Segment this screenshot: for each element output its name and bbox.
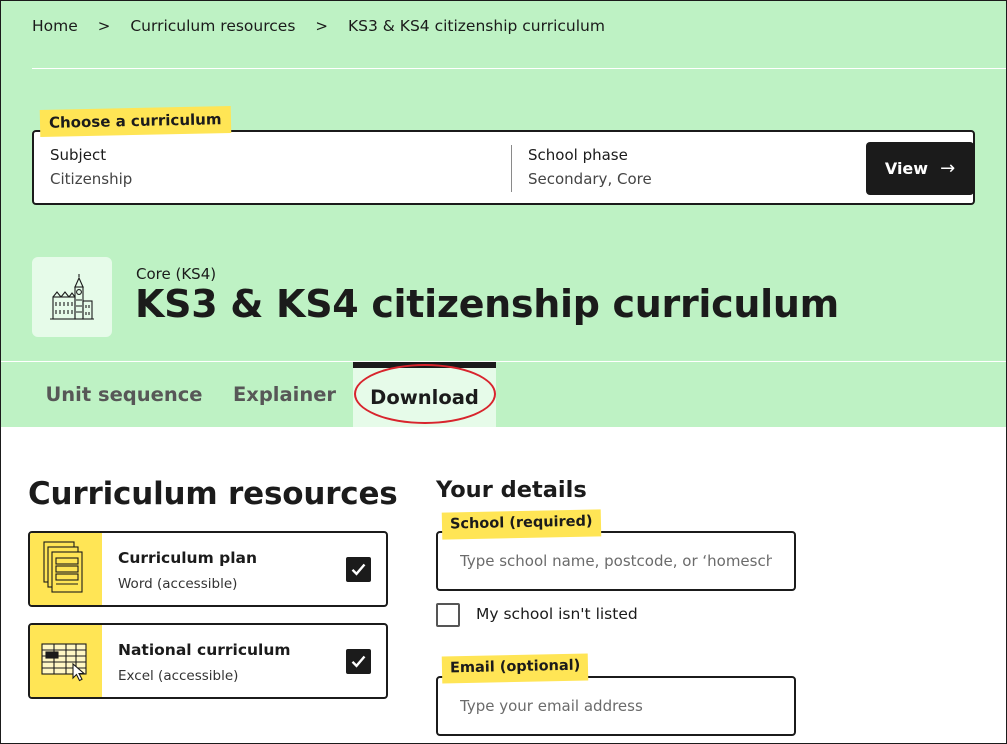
resource-name: National curriculum bbox=[118, 641, 291, 659]
tab-unit-sequence[interactable]: Unit sequence bbox=[32, 362, 216, 427]
breadcrumb-divider bbox=[32, 68, 1007, 69]
school-phase-value: Secondary, Core bbox=[528, 170, 652, 188]
checkmark-icon bbox=[348, 559, 369, 580]
national-curriculum-checkbox[interactable] bbox=[346, 649, 371, 674]
citizenship-subject-icon bbox=[32, 257, 112, 337]
breadcrumb-separator: > bbox=[315, 17, 328, 35]
resource-curriculum-plan[interactable]: Curriculum plan Word (accessible) bbox=[28, 531, 388, 607]
resource-format: Word (accessible) bbox=[118, 576, 238, 592]
school-phase-label: School phase bbox=[528, 146, 628, 164]
school-input[interactable] bbox=[436, 531, 796, 591]
breadcrumb-home[interactable]: Home bbox=[32, 17, 78, 35]
tab-download[interactable]: Download bbox=[353, 362, 496, 427]
view-button-label: View bbox=[884, 159, 929, 178]
subject-label: Subject bbox=[50, 146, 107, 164]
subject-value: Citizenship bbox=[50, 170, 133, 188]
school-phase-field[interactable]: School phase Secondary, Core bbox=[528, 146, 652, 188]
tab-explainer[interactable]: Explainer bbox=[216, 362, 353, 427]
curriculum-resources-heading: Curriculum resources bbox=[28, 476, 398, 512]
page-title: KS3 & KS4 citizenship curriculum bbox=[135, 282, 839, 326]
arrow-right-icon: → bbox=[940, 158, 956, 179]
email-input[interactable] bbox=[436, 676, 796, 736]
view-button[interactable]: View → bbox=[866, 142, 974, 195]
resource-name: Curriculum plan bbox=[118, 549, 258, 567]
breadcrumb: Home > Curriculum resources > KS3 & KS4 … bbox=[32, 16, 605, 36]
big-ben-parliament-icon bbox=[50, 274, 94, 320]
email-field-label: Email (optional) bbox=[441, 653, 589, 684]
resource-icon-panel bbox=[30, 625, 102, 697]
resource-national-curriculum[interactable]: National curriculum Excel (accessible) bbox=[28, 623, 388, 699]
checkmark-icon bbox=[348, 651, 369, 672]
picker-divider bbox=[511, 145, 512, 192]
curriculum-phase-eyebrow: Core (KS4) bbox=[136, 265, 217, 283]
curriculum-picker: Subject Citizenship School phase Seconda… bbox=[32, 130, 975, 205]
breadcrumb-separator: > bbox=[97, 17, 111, 35]
school-not-listed-checkbox[interactable] bbox=[436, 603, 460, 627]
resource-format: Excel (accessible) bbox=[118, 668, 239, 684]
curriculum-plan-checkbox[interactable] bbox=[346, 557, 371, 582]
subject-field[interactable]: Subject Citizenship bbox=[50, 146, 132, 188]
breadcrumb-current-page[interactable]: KS3 & KS4 citizenship curriculum bbox=[348, 17, 605, 35]
choose-curriculum-tag: Choose a curriculum bbox=[39, 106, 231, 137]
your-details-heading: Your details bbox=[436, 477, 587, 503]
school-field-label: School (required) bbox=[441, 509, 601, 540]
school-not-listed-label[interactable]: My school isn't listed bbox=[476, 605, 638, 623]
spreadsheet-cursor-icon bbox=[41, 643, 87, 682]
resource-icon-panel bbox=[30, 533, 102, 605]
breadcrumb-curriculum-resources[interactable]: Curriculum resources bbox=[130, 17, 295, 35]
document-stack-icon bbox=[43, 541, 83, 593]
